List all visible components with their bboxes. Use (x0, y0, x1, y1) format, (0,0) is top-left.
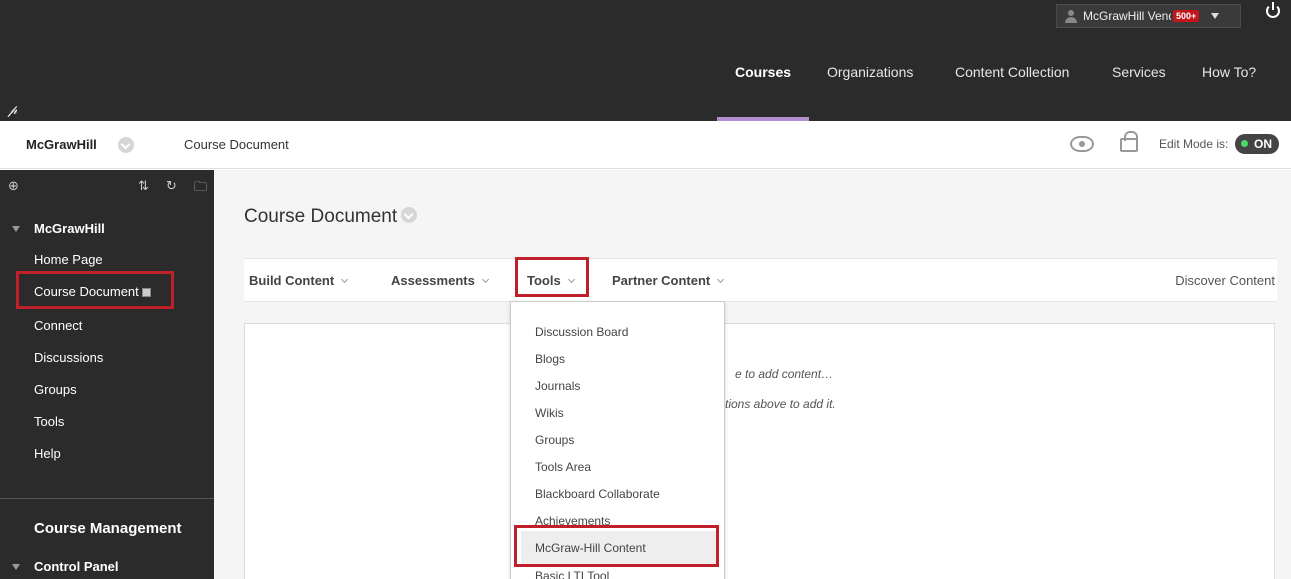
assessments-label: Assessments (391, 273, 475, 288)
empty-message: e to add content… (735, 367, 834, 381)
notification-badge[interactable]: 500+ (1173, 10, 1200, 22)
main-nav: Courses Organizations Content Collection… (0, 64, 1291, 94)
breadcrumb: McGrawHill Course Document Edit Mode is:… (0, 121, 1291, 169)
link-icon[interactable]: 𝓅 (8, 102, 17, 118)
collapse-icon[interactable] (12, 226, 20, 232)
sidebar-item-connect[interactable]: Connect (34, 318, 82, 333)
partner-content-menu[interactable]: Partner Content (612, 273, 725, 288)
sort-icon[interactable]: ⇅ (138, 178, 149, 194)
highlight-box (16, 271, 174, 309)
user-name: McGrawHill Vendor (1083, 9, 1171, 23)
sidebar-item-home-page[interactable]: Home Page (34, 252, 103, 267)
discover-content-link[interactable]: Discover Content (1175, 273, 1275, 288)
content-panel: e to add content… tions above to add it. (244, 323, 1275, 579)
menu-item-discussion-board[interactable]: Discussion Board (535, 325, 628, 339)
folder-icon[interactable]: 🗀 (194, 178, 207, 200)
menu-item-tools-area[interactable]: Tools Area (535, 460, 591, 474)
student-preview-icon[interactable] (1070, 136, 1094, 152)
app-root: McGrawHill Vendor 500+ Courses Organizat… (0, 0, 1291, 579)
main-content: Course Document Build Content Assessment… (214, 170, 1291, 579)
tab-how-to[interactable]: How To? (1202, 64, 1256, 80)
sidebar-item-groups[interactable]: Groups (34, 382, 77, 397)
action-bar: Build Content Assessments Tools Partner … (244, 258, 1277, 302)
edit-mode-label: Edit Mode is: (1159, 137, 1229, 151)
build-content-menu[interactable]: Build Content (249, 273, 349, 288)
tab-services[interactable]: Services (1112, 64, 1166, 80)
menu-item-blackboard-collaborate[interactable]: Blackboard Collaborate (535, 487, 660, 501)
sidebar-item-discussions[interactable]: Discussions (34, 350, 103, 365)
menu-item-basic-lti-tool[interactable]: Basic LTI Tool (535, 569, 609, 579)
user-menu[interactable]: McGrawHill Vendor 500+ (1056, 4, 1241, 28)
chevron-down-icon[interactable] (118, 137, 134, 153)
highlight-box (515, 257, 589, 297)
logout-button[interactable] (1266, 2, 1280, 18)
lock-icon[interactable] (1120, 131, 1138, 152)
user-icon (1065, 9, 1077, 23)
tab-courses[interactable]: Courses (735, 64, 791, 80)
chevron-down-icon (481, 275, 489, 284)
power-icon (1266, 2, 1280, 18)
tab-content-collection[interactable]: Content Collection (955, 64, 1069, 80)
course-menu-toolbar: ⊕ ⇅ ↻ 🗀 (8, 178, 208, 194)
chevron-down-icon[interactable] (401, 207, 418, 223)
page-title-text: Course Document (244, 206, 398, 227)
highlight-box (514, 525, 719, 567)
sidebar-item-tools[interactable]: Tools (34, 414, 64, 429)
edit-mode-toggle[interactable]: ON (1235, 134, 1279, 154)
top-header: McGrawHill Vendor 500+ Courses Organizat… (0, 0, 1291, 121)
tab-organizations[interactable]: Organizations (827, 64, 913, 80)
menu-item-journals[interactable]: Journals (535, 379, 580, 393)
collapse-icon[interactable] (12, 564, 20, 570)
page-title[interactable]: Course Document (244, 206, 418, 228)
sidebar-item-help[interactable]: Help (34, 446, 61, 461)
chevron-down-icon[interactable] (1211, 13, 1220, 19)
control-panel-heading[interactable]: Control Panel (34, 559, 119, 574)
assessments-menu[interactable]: Assessments (391, 273, 489, 288)
chevron-down-icon (341, 275, 349, 284)
menu-item-wikis[interactable]: Wikis (535, 406, 564, 420)
breadcrumb-page: Course Document (184, 137, 289, 152)
build-content-label: Build Content (249, 273, 335, 288)
add-icon[interactable]: ⊕ (8, 178, 19, 194)
menu-item-blogs[interactable]: Blogs (535, 352, 565, 366)
menu-item-groups[interactable]: Groups (535, 433, 574, 447)
course-management-heading: Course Management (34, 520, 182, 537)
course-menu-title[interactable]: McGrawHill (34, 221, 105, 236)
chevron-down-icon (717, 275, 725, 284)
partner-content-label: Partner Content (612, 273, 711, 288)
breadcrumb-course[interactable]: McGrawHill (26, 137, 97, 152)
refresh-icon[interactable]: ↻ (166, 178, 177, 194)
empty-message-hint: tions above to add it. (725, 397, 836, 411)
course-menu: ⊕ ⇅ ↻ 🗀 McGrawHill Home Page Course Docu… (0, 170, 214, 579)
divider (0, 498, 214, 499)
